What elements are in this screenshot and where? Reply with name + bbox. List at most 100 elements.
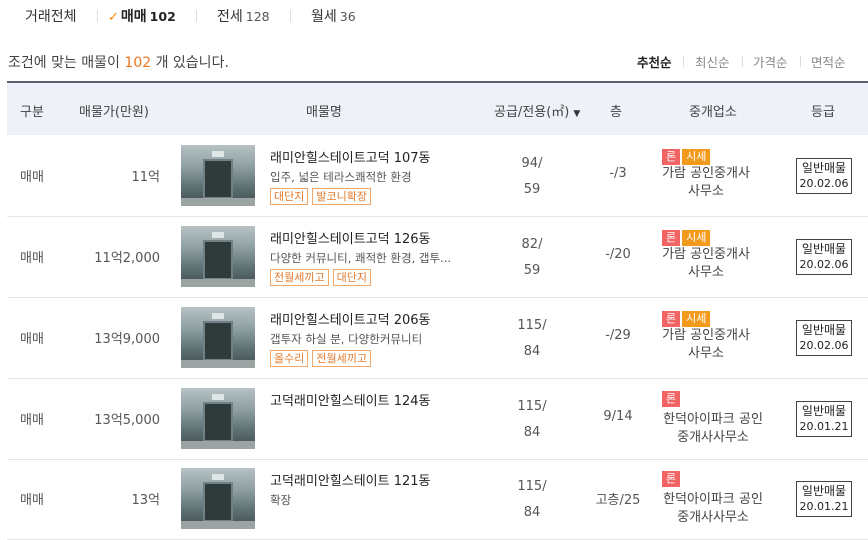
listing-title[interactable]: 래미안힐스테이트고덕 206동: [270, 309, 431, 328]
building-entrance: [203, 159, 233, 199]
listing-tag: 대단지: [270, 188, 309, 205]
tab-jeonse[interactable]: 전세 128: [217, 6, 270, 26]
building-sign: [212, 232, 224, 238]
market-price-badge[interactable]: 시세: [682, 311, 711, 327]
sort-latest[interactable]: 최신순: [695, 52, 730, 71]
supply-area: 94/: [521, 156, 543, 171]
cell-type: 매매: [20, 413, 44, 428]
listing-description: 다양한 커뮤니티, 쾌적한 환경, 갭투...: [270, 251, 452, 265]
agent-name[interactable]: 가람 공인중개사 사무소: [656, 246, 756, 282]
cell-area: 115/ 84: [492, 474, 572, 526]
agent-line-1: 가람 공인중개사: [662, 166, 750, 181]
header-floor: 층: [610, 105, 622, 120]
ground: [181, 279, 255, 287]
listing-photo[interactable]: [181, 388, 255, 449]
table-row[interactable]: 매매 13억9,000 래미안힐스테이트고덕 206동 갭투자 하실 분, 다양…: [7, 298, 868, 379]
agent-line-2: 사무소: [688, 265, 724, 280]
agent-line-2: 중개사사무소: [677, 510, 749, 525]
cell-area: 82/ 59: [492, 232, 572, 284]
sort-recommended[interactable]: 추천순: [637, 52, 672, 71]
header-type: 구분: [20, 105, 44, 120]
result-summary: 조건에 맞는 매물이 102 개 있습니다.: [8, 52, 229, 72]
listing-title[interactable]: 고덕래미안힐스테이트 124동: [270, 390, 431, 409]
listing-tags: 대단지 발코니확장: [270, 188, 375, 205]
loan-badge[interactable]: 론: [662, 391, 681, 407]
loan-badge[interactable]: 론: [662, 471, 681, 487]
grade-box: 일반매물 20.01.21: [796, 401, 852, 437]
building-entrance: [203, 482, 233, 522]
grade-label: 일반매물: [801, 323, 847, 337]
listing-tag: 전월세끼고: [312, 350, 371, 367]
tab-label: 매매: [120, 9, 147, 25]
listing-tag: 발코니확장: [312, 188, 371, 205]
agent-badges: 론: [662, 391, 682, 407]
building-sign: [212, 474, 224, 480]
cell-price: 11억2,000: [94, 251, 160, 266]
supply-area: 115/: [517, 399, 547, 414]
agent-name[interactable]: 한덕아이파크 공인 중개사사무소: [656, 411, 770, 447]
cell-area: 115/ 84: [492, 394, 572, 446]
grade-label: 일반매물: [801, 161, 847, 175]
listing-description: 확장: [270, 493, 292, 507]
tab-divider: [196, 10, 197, 22]
cell-type: 매매: [20, 251, 44, 266]
listing-title[interactable]: 래미안힐스테이트고덕 126동: [270, 228, 431, 247]
grade-box: 일반매물 20.02.06: [796, 158, 852, 194]
table-row[interactable]: 매매 13억 고덕래미안힐스테이트 121동 확장 115/ 84 고층/25 …: [7, 459, 868, 540]
cell-area: 115/ 84: [492, 313, 572, 365]
building-entrance: [203, 402, 233, 442]
tab-divider: [290, 10, 291, 22]
table-row[interactable]: 매매 13억5,000 고덕래미안힐스테이트 124동 115/ 84 9/14…: [7, 379, 868, 460]
agent-line-2: 중개사사무소: [677, 430, 749, 445]
supply-area: 82/: [521, 237, 543, 252]
listing-title[interactable]: 고덕래미안힐스테이트 121동: [270, 470, 431, 489]
sort-price[interactable]: 가격순: [753, 52, 788, 71]
building-sign: [212, 394, 224, 400]
listing-photo[interactable]: [181, 468, 255, 529]
listing-photo[interactable]: [181, 307, 255, 368]
tab-count: 128: [245, 9, 270, 24]
agent-badges: 론 시세: [662, 311, 712, 327]
agent-badges: 론 시세: [662, 230, 712, 246]
tab-label: 거래전체: [25, 9, 77, 25]
header-area[interactable]: 공급/전용(㎡) ▼: [494, 101, 580, 120]
loan-badge[interactable]: 론: [662, 311, 681, 327]
listing-title[interactable]: 래미안힐스테이트고덕 107동: [270, 147, 431, 166]
listing-photo[interactable]: [181, 145, 255, 206]
agent-name[interactable]: 가람 공인중개사 사무소: [656, 327, 756, 363]
market-price-badge[interactable]: 시세: [682, 230, 711, 246]
tab-all[interactable]: 거래전체: [25, 6, 77, 26]
tab-sale[interactable]: ✓ 매매 102: [108, 6, 176, 26]
summary-prefix: 조건에 맞는 매물이: [8, 55, 120, 71]
supply-area: 115/: [517, 479, 547, 494]
listing-photo[interactable]: [181, 226, 255, 287]
loan-badge[interactable]: 론: [662, 149, 681, 165]
exclusive-area: 84: [523, 344, 541, 359]
agent-line-1: 가람 공인중개사: [662, 328, 750, 343]
listing-description: 갭투자 하실 분, 다양한커뮤니티: [270, 332, 423, 346]
header-grade: 등급: [811, 105, 835, 120]
agent-line-1: 한덕아이파크 공인: [663, 412, 763, 427]
market-price-badge[interactable]: 시세: [682, 149, 711, 165]
listing-tag: 대단지: [332, 269, 371, 286]
grade-label: 일반매물: [801, 404, 847, 418]
grade-label: 일반매물: [801, 484, 847, 498]
loan-badge[interactable]: 론: [662, 230, 681, 246]
grade-date: 20.02.06: [799, 258, 849, 271]
supply-area: 115/: [517, 318, 547, 333]
tab-count: 102: [149, 9, 176, 24]
building-sign: [212, 313, 224, 319]
agent-name[interactable]: 가람 공인중개사 사무소: [656, 165, 756, 201]
tab-monthly[interactable]: 월세 36: [311, 6, 356, 26]
sort-area[interactable]: 면적순: [811, 52, 846, 71]
sort-divider: [800, 56, 801, 67]
cell-price: 11억: [131, 170, 160, 185]
table-row[interactable]: 매매 11억 래미안힐스테이트고덕 107동 입주, 넓은 테라스쾌적한 환경 …: [7, 136, 868, 217]
agent-name[interactable]: 한덕아이파크 공인 중개사사무소: [656, 491, 770, 527]
agent-line-2: 사무소: [688, 184, 724, 199]
ground: [181, 360, 255, 368]
result-count: 102: [124, 55, 152, 71]
table-row[interactable]: 매매 11억2,000 래미안힐스테이트고덕 126동 다양한 커뮤니티, 쾌적…: [7, 217, 868, 298]
table-header: 구분 매물가(만원) 매물명 공급/전용(㎡) ▼ 층 중개업소 등급: [7, 81, 868, 135]
grade-date: 20.01.21: [799, 500, 849, 513]
